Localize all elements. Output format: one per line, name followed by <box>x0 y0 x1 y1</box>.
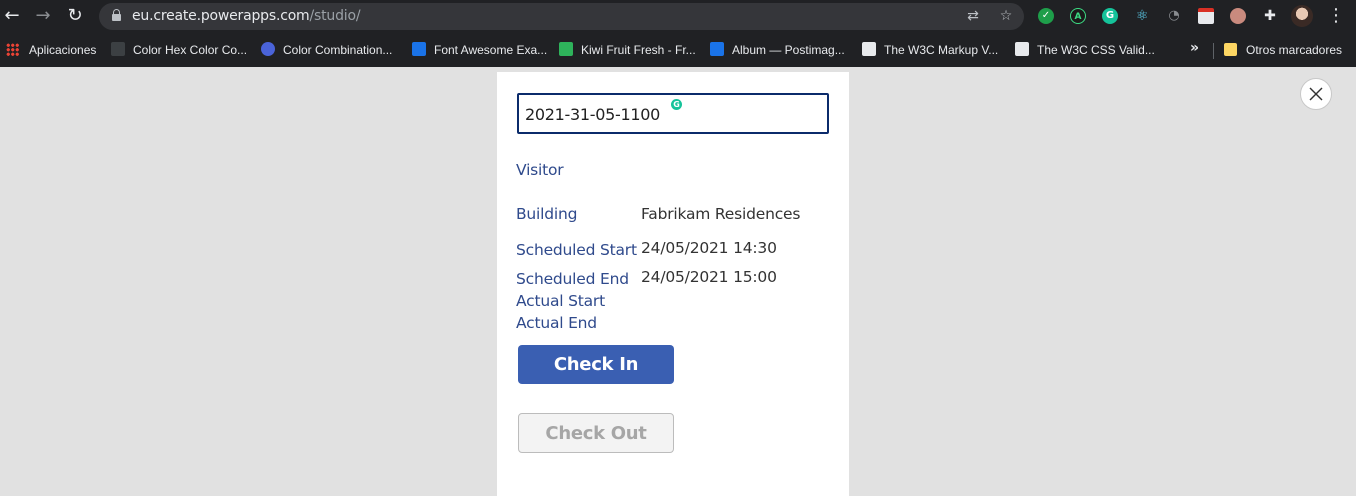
bookmark-w3c-markup[interactable]: The W3C Markup V... <box>862 41 998 59</box>
forward-arrow-icon[interactable]: → <box>32 5 54 27</box>
check-out-button[interactable]: Check Out <box>518 413 674 453</box>
bookmark-w3c-css[interactable]: The W3C CSS Valid... <box>1015 41 1155 59</box>
grammarly-extension-icon[interactable]: G <box>1102 8 1118 24</box>
bookmark-apps[interactable]: Aplicaciones <box>6 41 96 59</box>
close-icon <box>1309 87 1323 101</box>
bookmark-colorcombo[interactable]: Color Combination... <box>261 41 392 59</box>
back-arrow-icon[interactable]: ← <box>1 5 23 27</box>
scheduled-end-value: 24/05/2021 15:00 <box>641 268 777 286</box>
bookmark-label: The W3C CSS Valid... <box>1037 43 1155 57</box>
bookmark-label: Color Hex Color Co... <box>133 43 248 57</box>
cookie-extension-icon[interactable] <box>1230 8 1246 24</box>
lock-icon[interactable] <box>112 9 121 21</box>
apps-grid-icon <box>6 43 19 56</box>
bookmark-label: The W3C Markup V... <box>884 43 999 57</box>
bookmark-label: Font Awesome Exa... <box>434 43 548 57</box>
bookmark-label: Otros marcadores <box>1246 43 1343 57</box>
close-button[interactable] <box>1300 78 1332 110</box>
actual-end-label: Actual End <box>516 314 597 332</box>
colorcombo-icon <box>261 42 275 56</box>
scheduled-end-label: Scheduled End <box>516 270 629 288</box>
puzzle-extensions-icon[interactable]: ✚ <box>1262 8 1278 24</box>
reload-icon[interactable]: ↻ <box>64 5 86 27</box>
bookmarks-bar: Aplicaciones Color Hex Color Co... Color… <box>0 33 1356 67</box>
url-path: /studio/ <box>309 8 361 24</box>
w3c-icon <box>862 42 876 56</box>
actual-start-label: Actual Start <box>516 292 605 310</box>
calendar-extension-icon[interactable] <box>1198 8 1214 24</box>
grammarly-badge-icon[interactable]: G <box>671 99 682 110</box>
folder-icon <box>1224 43 1237 56</box>
timer-extension-icon[interactable]: ◔ <box>1166 8 1182 24</box>
bookmark-other-folder[interactable]: Otros marcadores <box>1224 41 1342 59</box>
scheduled-start-value: 24/05/2021 14:30 <box>641 239 777 257</box>
bookmark-fontawesome[interactable]: Font Awesome Exa... <box>412 41 547 59</box>
url-text[interactable]: eu.create.powerapps.com/studio/ <box>132 8 361 24</box>
bookmark-colorhex[interactable]: Color Hex Color Co... <box>111 41 247 59</box>
bookmark-label: Album — Postimag... <box>732 43 845 57</box>
bookmark-star-icon[interactable]: ☆ <box>998 8 1014 24</box>
bookmark-label: Color Combination... <box>283 43 393 57</box>
building-label: Building <box>516 205 578 223</box>
scheduled-start-label: Scheduled Start <box>516 241 637 259</box>
bookmark-label: Kiwi Fruit Fresh - Fr... <box>581 43 696 57</box>
visit-id-input[interactable] <box>525 104 815 124</box>
bookmark-label: Aplicaciones <box>29 43 97 57</box>
acrobat-extension-icon[interactable]: A <box>1070 8 1086 24</box>
colorhex-icon <box>111 42 125 56</box>
visitor-label: Visitor <box>516 161 564 179</box>
url-domain: eu.create.powerapps.com <box>132 8 310 24</box>
more-bookmarks-chevron[interactable]: » <box>1190 40 1199 56</box>
flag-icon <box>412 42 426 56</box>
profile-avatar[interactable] <box>1291 5 1313 27</box>
browser-toolbar: ← → ↻ eu.create.powerapps.com/studio/ ⇄ … <box>0 0 1356 33</box>
building-value: Fabrikam Residences <box>641 205 801 223</box>
bookmark-postimage[interactable]: Album — Postimag... <box>710 41 845 59</box>
bookmarks-separator <box>1213 43 1214 59</box>
translate-icon[interactable]: ⇄ <box>965 8 981 24</box>
check-extension-icon[interactable]: ✓ <box>1038 8 1054 24</box>
kebab-menu-icon[interactable]: ⋮ <box>1327 6 1345 26</box>
w3c-css-icon <box>1015 42 1029 56</box>
postimage-icon <box>710 42 724 56</box>
px-icon <box>559 42 573 56</box>
bookmark-kiwi[interactable]: Kiwi Fruit Fresh - Fr... <box>559 41 696 59</box>
react-devtools-icon[interactable]: ⚛ <box>1134 8 1150 24</box>
check-in-button[interactable]: Check In <box>518 345 674 384</box>
